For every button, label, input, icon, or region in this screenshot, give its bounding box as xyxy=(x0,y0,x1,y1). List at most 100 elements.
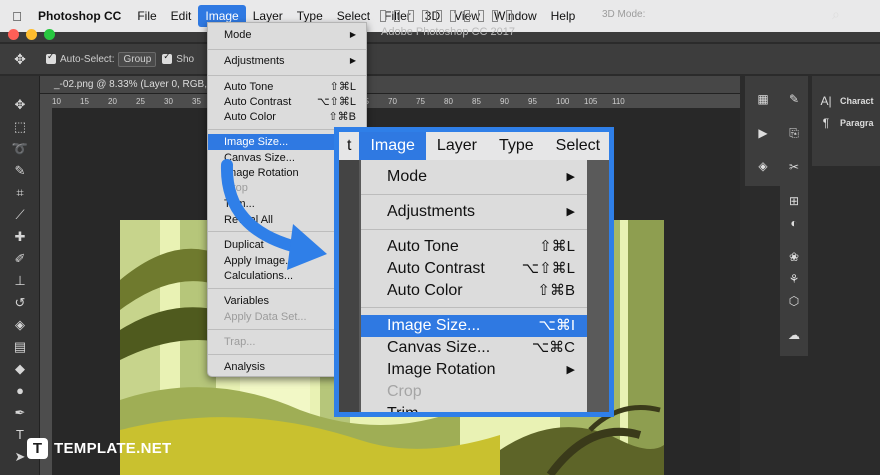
menu-item-label: Auto Color xyxy=(224,111,276,123)
zoomed-item-auto-color[interactable]: Auto Color ⇧⌘B xyxy=(387,280,575,302)
zoomed-menu-image[interactable]: Image xyxy=(359,132,426,160)
menu-item-adjustments[interactable]: Adjustments ▶ xyxy=(224,53,356,69)
align-icon[interactable] xyxy=(380,10,386,22)
zoomed-item-auto-contrast[interactable]: Auto Contrast ⌥⇧⌘L xyxy=(387,258,575,280)
ruler-tick: 80 xyxy=(444,97,453,106)
paragraph-icon[interactable]: ¶ xyxy=(816,116,836,130)
menu-item-auto-contrast[interactable]: Auto Contrast ⌥⇧⌘L xyxy=(224,94,356,110)
brush-tool-icon[interactable]: ✐ xyxy=(10,250,30,268)
play-actions-icon[interactable]: ▶ xyxy=(753,126,773,140)
panel-dock-right: ✎ ⎘ ✂ ⊞ ◐ ❀ ⚘ ⬡ ☁ xyxy=(780,76,808,356)
dodge-tool-icon[interactable]: ● xyxy=(10,382,30,400)
menu-item-label: Auto Tone xyxy=(387,238,459,255)
pen-tool-icon[interactable]: ✒ xyxy=(10,404,30,422)
menu-shortcut: ⌥⇧⌘L xyxy=(521,260,575,277)
3d-mode-label: 3D Mode: xyxy=(602,9,646,20)
channels-icon[interactable]: ❀ xyxy=(784,250,804,264)
menu-item-label: Auto Contrast xyxy=(224,96,292,108)
menu-item-auto-tone[interactable]: Auto Tone ⇧⌘L xyxy=(224,79,356,95)
styles-icon[interactable]: ◐ xyxy=(784,216,804,230)
stamp-tool-icon[interactable]: ⊥ xyxy=(10,272,30,290)
menu-separator xyxy=(361,194,587,195)
clone-source-icon[interactable]: ⎘ xyxy=(784,126,804,141)
auto-select-checkbox[interactable] xyxy=(46,51,56,64)
menu-item-mode[interactable]: Mode ▶ xyxy=(224,27,356,43)
ruler-tick: 70 xyxy=(388,97,397,106)
zoomed-item-canvas-size[interactable]: Canvas Size... ⌥⌘C xyxy=(387,337,575,359)
adjustments-icon[interactable]: ⊞ xyxy=(784,194,804,208)
eraser-tool-icon[interactable]: ◈ xyxy=(10,316,30,334)
ruler-tick: 95 xyxy=(528,97,537,106)
ruler-tick: 105 xyxy=(584,97,598,106)
move-tool-preset-icon[interactable]: ✥ xyxy=(0,51,40,68)
align-icon[interactable] xyxy=(450,10,456,22)
quick-select-tool-icon[interactable]: ✎ xyxy=(10,162,30,180)
menu-file[interactable]: File xyxy=(130,5,163,27)
brush-settings-icon[interactable]: ✎ xyxy=(784,92,804,106)
menu-edit[interactable]: Edit xyxy=(164,5,199,27)
menu-item-label: Mode xyxy=(387,168,428,185)
layers-icon[interactable]: ◈ xyxy=(753,159,773,173)
document-tab[interactable]: _-02.png @ 8.33% (Layer 0, RGB, xyxy=(40,76,740,94)
align-icon[interactable] xyxy=(436,10,442,22)
zoomed-item-trim[interactable]: Trim xyxy=(387,403,575,412)
menu-item-auto-color[interactable]: Auto Color ⇧⌘B xyxy=(224,109,356,125)
options-bar: ✥ Auto-Select: Group Sho xyxy=(0,44,880,74)
character-panel-label[interactable]: Charact xyxy=(840,96,874,106)
show-transform-label: Sho xyxy=(176,53,195,65)
lasso-tool-icon[interactable]: ➰ xyxy=(10,140,30,158)
align-icon[interactable] xyxy=(408,10,414,22)
callout-arrow-icon xyxy=(220,159,327,270)
show-transform-checkbox[interactable] xyxy=(162,51,173,64)
menu-shortcut: ⌥⌘C xyxy=(531,339,575,356)
zoomed-menu-type[interactable]: Type xyxy=(488,132,545,160)
ruler-tick: 75 xyxy=(416,97,425,106)
app-name-menu[interactable]: Photoshop CC xyxy=(34,9,130,23)
paragraph-panel-label[interactable]: Paragra xyxy=(840,118,874,128)
align-icon[interactable] xyxy=(394,10,400,22)
tool-presets-icon[interactable]: ✂ xyxy=(784,160,804,174)
marquee-tool-icon[interactable]: ⬚ xyxy=(10,118,30,136)
move-tool-icon[interactable]: ✥ xyxy=(10,96,30,114)
swatches-icon[interactable]: ▦ xyxy=(753,92,773,106)
menu-item-label: Image Size... xyxy=(387,317,481,334)
healing-tool-icon[interactable]: ✚ xyxy=(10,228,30,246)
apple-logo-icon[interactable]:  xyxy=(0,9,34,24)
menu-shortcut: ⇧⌘B xyxy=(328,111,356,123)
character-icon[interactable]: A| xyxy=(816,94,836,108)
gradient-tool-icon[interactable]: ▤ xyxy=(10,338,30,356)
paths-icon[interactable]: ⚘ xyxy=(784,272,804,286)
history-brush-tool-icon[interactable]: ↺ xyxy=(10,294,30,312)
zoom-window-button[interactable] xyxy=(44,29,55,40)
zoomed-menu-select[interactable]: Select xyxy=(545,132,609,160)
align-icon[interactable] xyxy=(492,10,498,22)
ruler-tick: 110 xyxy=(612,97,625,106)
zoomed-item-image-size[interactable]: Image Size... ⌥⌘I xyxy=(361,315,587,337)
menu-item-label: Analysis xyxy=(224,361,265,373)
align-icon[interactable] xyxy=(478,10,484,22)
align-icon[interactable] xyxy=(506,10,512,22)
template-net-watermark: T TEMPLATE.NET xyxy=(27,436,171,460)
search-icon[interactable]: ⌕ xyxy=(832,6,840,23)
ruler-tick: 85 xyxy=(472,97,481,106)
zoomed-menu-layer[interactable]: Layer xyxy=(426,132,488,160)
menu-item-label: Apply Data Set... xyxy=(224,311,307,323)
zoomed-menu-fragment: t xyxy=(347,137,352,154)
submenu-arrow-icon: ▶ xyxy=(349,56,356,65)
blur-tool-icon[interactable]: ◆ xyxy=(10,360,30,378)
crop-tool-icon[interactable]: ⌗ xyxy=(10,184,30,202)
libraries-icon[interactable]: ☁ xyxy=(784,328,804,342)
zoomed-item-image-rotation[interactable]: Image Rotation ▶ xyxy=(387,359,575,381)
menu-help[interactable]: Help xyxy=(544,5,583,27)
align-icon[interactable] xyxy=(464,10,470,22)
auto-select-dropdown[interactable]: Group xyxy=(118,51,157,67)
align-icons-group xyxy=(380,10,512,22)
properties-icon[interactable]: ⬡ xyxy=(784,294,804,308)
zoomed-item-auto-tone[interactable]: Auto Tone ⇧⌘L xyxy=(387,236,575,258)
align-icon[interactable] xyxy=(422,10,428,22)
zoomed-item-mode[interactable]: Mode ▶ xyxy=(387,166,575,188)
minimize-window-button[interactable] xyxy=(26,29,37,40)
zoomed-item-adjustments[interactable]: Adjustments ▶ xyxy=(387,201,575,223)
close-window-button[interactable] xyxy=(8,29,19,40)
eyedropper-tool-icon[interactable]: ⟋ xyxy=(10,206,30,224)
